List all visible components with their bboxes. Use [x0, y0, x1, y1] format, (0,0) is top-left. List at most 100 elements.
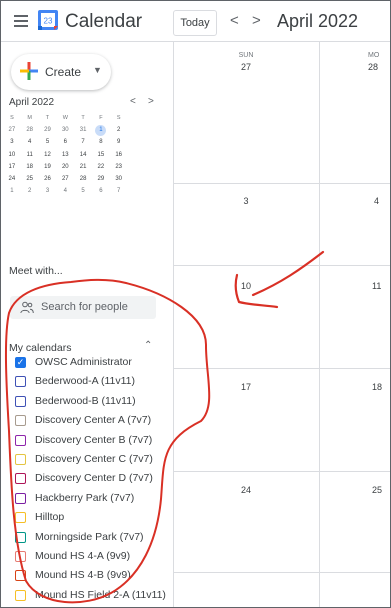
calendar-item[interactable]: Hilltop [1, 509, 172, 528]
mini-day[interactable]: 25 [21, 173, 39, 185]
mini-weekday-label: F [99, 115, 103, 121]
day-cell-date[interactable]: 18 [372, 382, 382, 392]
calendar-item[interactable]: Mound HS 4-A (9v9) [1, 548, 172, 567]
mini-day[interactable]: 5 [39, 136, 57, 148]
calendar-item[interactable]: Mound HS Field 2-A (11v11) [1, 587, 172, 606]
day-cell-date[interactable]: 10 [173, 281, 319, 291]
checkbox-icon[interactable] [15, 395, 26, 407]
collapse-chevron-up-icon[interactable]: ⌃ [144, 340, 152, 351]
checkbox-icon[interactable] [15, 570, 26, 582]
mini-week-row: 24 25 26 27 28 29 30 [3, 173, 163, 185]
day-cell-date[interactable]: 28 [368, 62, 378, 72]
mini-day[interactable]: 26 [39, 173, 57, 185]
mini-day-number: 27 [8, 127, 16, 134]
mini-day[interactable]: 9 [110, 136, 128, 148]
mini-day[interactable]: 29 [92, 173, 110, 185]
mini-day[interactable]: 11 [21, 149, 39, 161]
day-cell-date[interactable]: 4 [374, 196, 379, 206]
mini-day[interactable]: 2 [21, 185, 39, 197]
calendar-item[interactable]: Mound HS 4-B (9v9) [1, 567, 172, 586]
mini-day[interactable]: 27 [3, 124, 21, 136]
calendar-item[interactable]: Bederwood-A (11v11) [1, 373, 172, 392]
today-button[interactable]: Today [173, 10, 217, 36]
mini-day-number: 28 [26, 127, 34, 134]
mini-day[interactable]: 23 [110, 161, 128, 173]
calendar-item[interactable]: Discovery Center A (7v7) [1, 412, 172, 431]
day-cell-date[interactable]: 27 [173, 62, 319, 72]
mini-day[interactable]: 7 [110, 185, 128, 197]
mini-day[interactable]: 12 [39, 149, 57, 161]
mini-day[interactable]: 22 [92, 161, 110, 173]
calendar-item[interactable]: Discovery Center B (7v7) [1, 432, 172, 451]
mini-previous-month-icon[interactable]: < [130, 96, 136, 107]
mini-day[interactable]: 4 [56, 185, 74, 197]
checkbox-icon[interactable] [15, 589, 26, 601]
current-month-title: April 2022 [277, 11, 359, 31]
main-menu-icon[interactable] [14, 15, 28, 27]
mini-day[interactable]: 30 [110, 173, 128, 185]
calendar-item[interactable]: ✓ OWSC Administrator [1, 354, 172, 373]
calendar-item[interactable]: Discovery Center C (7v7) [1, 451, 172, 470]
mini-calendar-title: April 2022 [9, 97, 55, 108]
checkbox-icon[interactable] [15, 434, 26, 446]
calendar-item[interactable]: Discovery Center D (7v7) [1, 470, 172, 489]
calendar-item[interactable]: Bederwood-B (11v11) [1, 393, 172, 412]
mini-day[interactable]: 13 [56, 149, 74, 161]
create-button[interactable]: Create ▼ [11, 54, 111, 90]
day-cell-date[interactable]: 24 [173, 485, 319, 495]
day-cell-date[interactable]: 11 [372, 281, 381, 291]
mini-day[interactable]: 28 [74, 173, 92, 185]
checkbox-icon[interactable] [15, 473, 26, 485]
mini-day[interactable]: 1 [3, 185, 21, 197]
mini-day[interactable]: 1 [92, 124, 110, 137]
mini-day[interactable]: 7 [74, 136, 92, 148]
mini-day[interactable]: 29 [39, 124, 57, 136]
next-period-icon[interactable]: > [252, 12, 261, 29]
mini-day[interactable]: 2 [110, 124, 128, 136]
checkbox-icon[interactable] [15, 512, 26, 524]
mini-day[interactable]: 16 [110, 149, 128, 161]
day-cell-date[interactable]: 3 [173, 196, 319, 206]
mini-day[interactable]: 17 [3, 161, 21, 173]
mini-day[interactable]: 30 [56, 124, 74, 136]
mini-day[interactable]: 14 [74, 149, 92, 161]
checkbox-icon[interactable] [15, 415, 26, 427]
mini-day[interactable]: 24 [3, 173, 21, 185]
mini-day[interactable]: 6 [92, 185, 110, 197]
checkbox-icon[interactable] [15, 492, 26, 504]
mini-calendar-grid: S M T W T F S 27 28 29 30 31 1 2 3 4 5 6 7 8 9 10 11 12 13 14 15 16… [3, 112, 163, 197]
search-people-input[interactable]: Search for people [10, 296, 156, 319]
mini-day[interactable]: 31 [74, 124, 92, 136]
mini-day[interactable]: 6 [56, 136, 74, 148]
checkbox-icon[interactable] [15, 453, 26, 465]
calendar-item[interactable]: Morningside Park (7v7) [1, 529, 172, 548]
mini-day[interactable]: 21 [74, 161, 92, 173]
checkbox-icon[interactable] [15, 376, 26, 388]
mini-day-number: 7 [117, 188, 121, 195]
mini-day-number: 16 [115, 151, 123, 158]
mini-day[interactable]: 3 [39, 185, 57, 197]
calendar-item[interactable]: Hackberry Park (7v7) [1, 490, 172, 509]
mini-day[interactable]: 27 [56, 173, 74, 185]
mini-weekday-label: T [81, 115, 85, 121]
mini-day[interactable]: 20 [56, 161, 74, 173]
mini-day-number: 4 [63, 188, 67, 195]
checkbox-checked-icon[interactable]: ✓ [15, 357, 26, 368]
day-cell-date[interactable]: 17 [173, 382, 319, 392]
mini-day[interactable]: 5 [74, 185, 92, 197]
mini-day[interactable]: 4 [21, 136, 39, 148]
meet-with-title: Meet with... [9, 265, 63, 277]
mini-day[interactable]: 3 [3, 136, 21, 148]
previous-period-icon[interactable]: < [230, 12, 239, 29]
mini-day[interactable]: 28 [21, 124, 39, 136]
mini-day[interactable]: 18 [21, 161, 39, 173]
mini-day-number: 3 [10, 139, 14, 146]
checkbox-icon[interactable] [15, 531, 26, 543]
mini-day[interactable]: 10 [3, 149, 21, 161]
checkbox-icon[interactable] [15, 550, 26, 562]
mini-day[interactable]: 15 [92, 149, 110, 161]
mini-next-month-icon[interactable]: > [148, 96, 154, 107]
mini-day[interactable]: 8 [92, 136, 110, 148]
day-cell-date[interactable]: 25 [372, 485, 382, 495]
mini-day[interactable]: 19 [39, 161, 57, 173]
